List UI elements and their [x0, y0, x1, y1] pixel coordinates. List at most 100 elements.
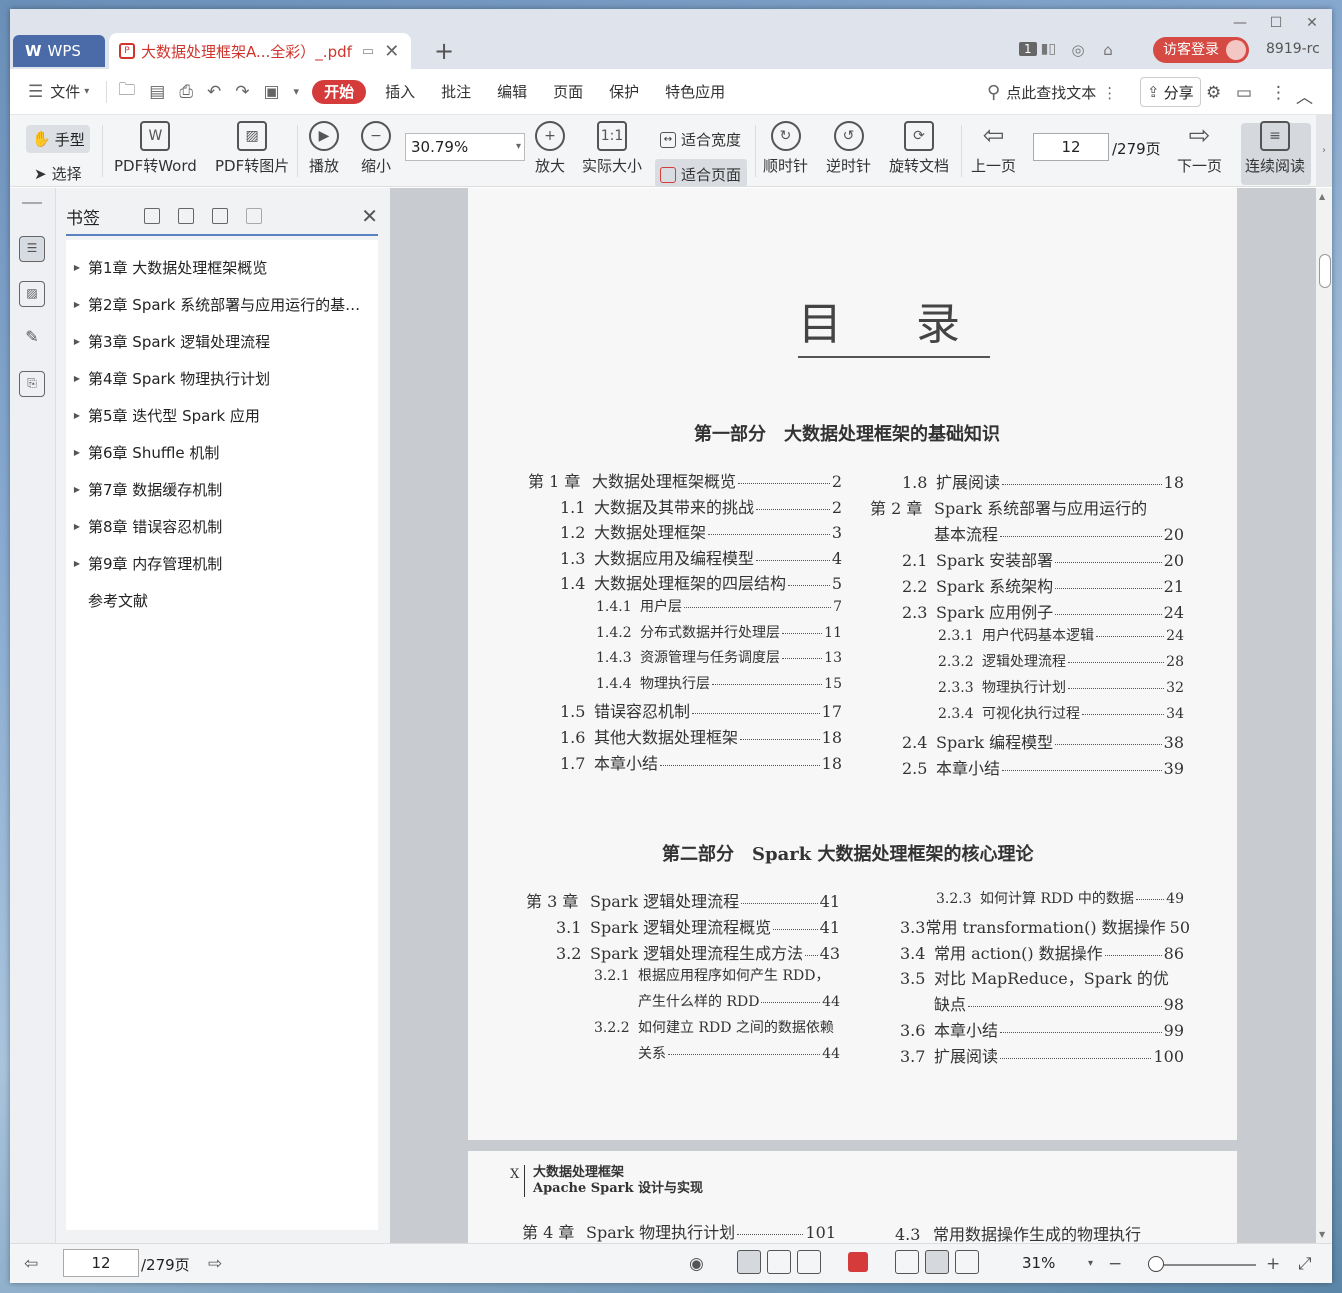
- undo-icon[interactable]: ↶: [200, 82, 228, 102]
- menu-insert[interactable]: 插入: [372, 81, 428, 102]
- visitor-login-button[interactable]: 访客登录: [1153, 37, 1249, 63]
- delete-bookmark-icon[interactable]: [246, 208, 262, 224]
- expand-caret-icon[interactable]: ▶: [66, 337, 88, 346]
- image-icon[interactable]: ⎘: [19, 371, 45, 397]
- scroll-thumb[interactable]: [1319, 254, 1331, 288]
- bookmark-item[interactable]: ▶ 第9章 内存管理机制: [66, 548, 378, 578]
- bookmark-item[interactable]: ▶ 第5章 迭代型 Spark 应用: [66, 400, 378, 430]
- rotate-counterclockwise-button[interactable]: ↺ 逆时针: [826, 121, 871, 176]
- prev-page-button[interactable]: ⇦ 上一页: [971, 121, 1016, 176]
- find-text-button[interactable]: ⚲ 点此查找文本 ⋮: [987, 82, 1117, 103]
- actual-size-status-icon[interactable]: [895, 1250, 919, 1274]
- share-button[interactable]: ⇪ 分享: [1140, 77, 1201, 107]
- bookmark-item[interactable]: ▶ 第8章 错误容忍机制: [66, 511, 378, 541]
- fit-page-status-icon[interactable]: [925, 1250, 949, 1274]
- presentation-play-icon[interactable]: [848, 1252, 868, 1272]
- pdf-to-image-button[interactable]: ▨ PDF转图片: [215, 121, 289, 176]
- next-page-arrow-icon[interactable]: ⇨: [208, 1254, 222, 1274]
- expand-caret-icon[interactable]: ▶: [66, 485, 88, 494]
- document-viewer[interactable]: 目 录 第一部分 大数据处理框架的基础知识 第 1 章大数据处理框架概览 2 1.1…: [390, 188, 1316, 1243]
- bookmark-item[interactable]: ▶ 第1章 大数据处理框架概览: [66, 252, 378, 282]
- menu-page[interactable]: 页面: [540, 81, 596, 102]
- drag-handle[interactable]: [22, 202, 42, 204]
- zoom-dropdown-icon[interactable]: ▾: [1088, 1258, 1093, 1269]
- expand-caret-icon[interactable]: ▶: [66, 374, 88, 383]
- expand-caret-icon[interactable]: ▶: [66, 559, 88, 568]
- save-icon[interactable]: ▤: [142, 82, 172, 102]
- next-page-button[interactable]: ⇨ 下一页: [1177, 121, 1222, 176]
- maximize-icon[interactable]: ☐: [1264, 13, 1288, 33]
- new-bookmark-icon[interactable]: [212, 208, 228, 224]
- fit-width-status-icon[interactable]: [955, 1250, 979, 1274]
- print-icon[interactable]: ⎙: [172, 82, 200, 102]
- bookmark-item[interactable]: ▶ 第4章 Spark 物理执行计划: [66, 363, 378, 393]
- continuous-read-button[interactable]: ≡ 连续阅读: [1245, 121, 1305, 176]
- minimize-icon[interactable]: —: [1228, 13, 1252, 33]
- scroll-down-icon[interactable]: ▼: [1319, 1230, 1325, 1239]
- menu-start[interactable]: 开始: [312, 79, 367, 104]
- continuous-view-icon[interactable]: [737, 1250, 761, 1274]
- scroll-up-icon[interactable]: ▲: [1319, 192, 1325, 201]
- hamburger-icon[interactable]: ☰: [10, 82, 50, 102]
- bookmark-panel-icon[interactable]: ☰: [19, 236, 45, 262]
- menu-edit[interactable]: 编辑: [484, 81, 540, 102]
- single-page-view-icon[interactable]: [767, 1250, 791, 1274]
- expand-caret-icon[interactable]: ▶: [66, 522, 88, 531]
- expand-all-icon[interactable]: [178, 208, 194, 224]
- menu-annotate[interactable]: 批注: [428, 81, 484, 102]
- zoom-select[interactable]: 30.79% ▾: [405, 133, 525, 161]
- fit-page-button[interactable]: 适合页面: [660, 164, 741, 185]
- more-vertical-icon[interactable]: ⋮: [1102, 84, 1117, 102]
- collapse-ribbon-icon[interactable]: ︿: [1296, 83, 1313, 108]
- zoom-slider-knob[interactable]: [1148, 1256, 1164, 1272]
- zoom-plus-icon[interactable]: +: [1266, 1254, 1280, 1274]
- comment-icon[interactable]: ▭: [1236, 83, 1252, 103]
- close-panel-icon[interactable]: ✕: [361, 204, 378, 228]
- close-window-icon[interactable]: ✕: [1300, 13, 1324, 33]
- tab-wps-home[interactable]: W WPS: [13, 35, 105, 67]
- annotation-icon[interactable]: ✎: [19, 326, 45, 352]
- tab-document[interactable]: P 大数据处理框架A...全彩）_.pdf ▭ ✕: [109, 33, 411, 69]
- menu-special[interactable]: 特色应用: [652, 81, 738, 102]
- zoom-slider-track[interactable]: [1150, 1264, 1256, 1266]
- redo-icon[interactable]: ↷: [228, 82, 256, 102]
- status-page-input[interactable]: 12: [63, 1249, 139, 1277]
- settings-gear-icon[interactable]: ⚙: [1206, 83, 1221, 103]
- thumbnail-icon[interactable]: ▨: [19, 281, 45, 307]
- bookmark-item[interactable]: 参考文献: [66, 585, 378, 615]
- eye-care-icon[interactable]: ◉: [689, 1254, 704, 1274]
- hand-tool-button[interactable]: ✋ 手型: [26, 125, 90, 153]
- bookmark-item[interactable]: ▶ 第2章 Spark 系统部署与应用运行的基本流程: [66, 289, 378, 319]
- add-bookmark-icon[interactable]: [144, 208, 160, 224]
- page-number-input[interactable]: 12: [1033, 133, 1109, 161]
- expand-caret-icon[interactable]: ▶: [66, 300, 88, 309]
- expand-caret-icon[interactable]: ▶: [66, 448, 88, 457]
- two-page-view-icon[interactable]: [797, 1250, 821, 1274]
- open-folder-icon[interactable]: 🗀: [111, 77, 142, 106]
- more-options-icon[interactable]: ⋮: [1270, 83, 1287, 103]
- window-count[interactable]: 1 ▮▯: [1019, 41, 1056, 57]
- zoom-out-button[interactable]: − 缩小: [361, 121, 391, 176]
- monitor-icon[interactable]: ▭: [362, 44, 374, 59]
- rotate-clockwise-button[interactable]: ↻ 顺时针: [763, 121, 808, 176]
- fit-width-button[interactable]: ↔ 适合宽度: [660, 129, 741, 150]
- vertical-scrollbar[interactable]: ▲ ▼: [1316, 188, 1332, 1243]
- zoom-in-button[interactable]: + 放大: [535, 121, 565, 176]
- bookmark-item[interactable]: ▶ 第6章 Shuffle 机制: [66, 437, 378, 467]
- pdf-to-word-button[interactable]: W PDF转Word: [114, 121, 197, 176]
- bookmark-item[interactable]: ▶ 第7章 数据缓存机制: [66, 474, 378, 504]
- expand-caret-icon[interactable]: ▶: [66, 263, 88, 272]
- new-tab-icon[interactable]: +: [434, 37, 454, 65]
- close-tab-icon[interactable]: ✕: [384, 41, 399, 62]
- rotate-document-button[interactable]: ⟳ 旋转文档: [889, 121, 949, 176]
- export-icon[interactable]: ▣: [256, 82, 286, 102]
- prev-page-arrow-icon[interactable]: ⇦: [24, 1254, 38, 1274]
- skin-icon[interactable]: ◎: [1069, 41, 1087, 59]
- expand-caret-icon[interactable]: ▶: [66, 411, 88, 420]
- fullscreen-icon[interactable]: ⤢: [1298, 1254, 1312, 1274]
- zoom-minus-icon[interactable]: −: [1108, 1254, 1122, 1274]
- ribbon-scroll-right-icon[interactable]: ›: [1316, 115, 1332, 187]
- actual-size-button[interactable]: 1:1 实际大小: [582, 121, 642, 176]
- bookmark-item[interactable]: ▶ 第3章 Spark 逻辑处理流程: [66, 326, 378, 356]
- play-button[interactable]: ▶ 播放: [309, 121, 339, 176]
